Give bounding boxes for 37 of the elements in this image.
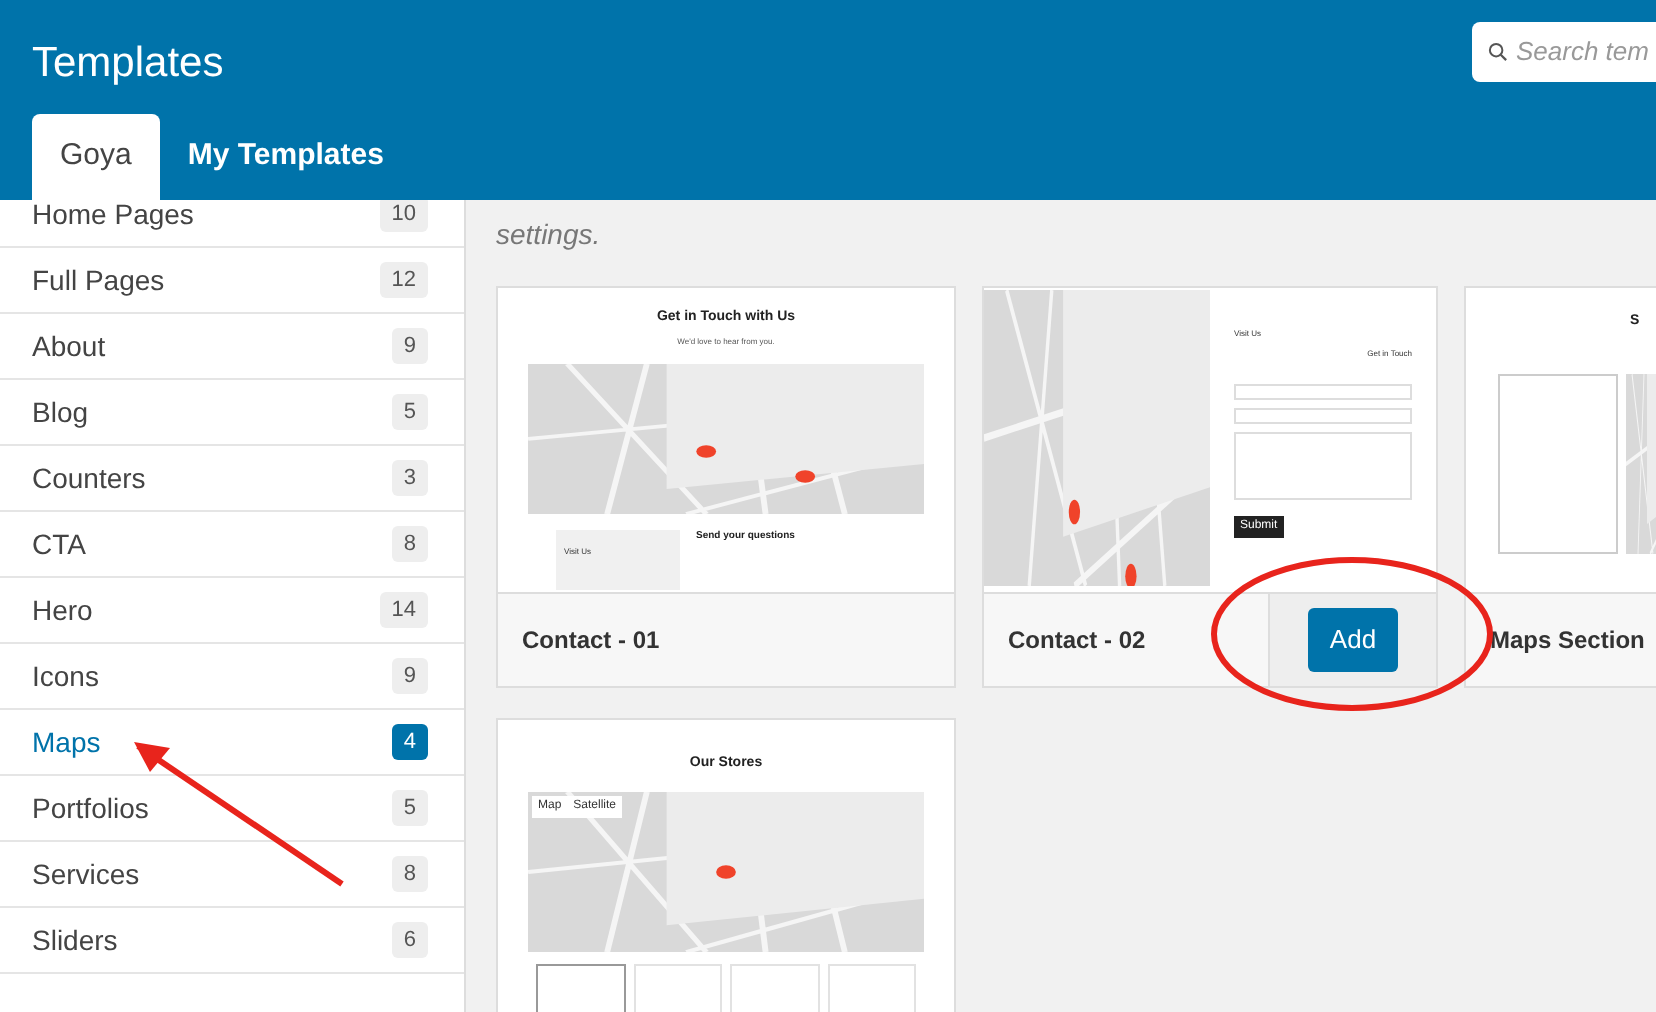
category-item[interactable]: Sliders 6 (0, 908, 464, 974)
add-button[interactable]: Add (1307, 608, 1399, 672)
count-badge: 3 (391, 459, 428, 497)
page-title: Templates (32, 38, 224, 90)
count-badge: 10 (379, 200, 428, 233)
count-badge: 9 (391, 327, 428, 365)
intro-text: settings. (496, 216, 603, 254)
search-field[interactable]: Search tem (1472, 22, 1656, 82)
category-item[interactable]: Counters 3 (0, 446, 464, 512)
category-item[interactable]: Home Pages 10 (0, 200, 464, 248)
count-badge: 12 (379, 261, 428, 299)
count-badge: 5 (391, 789, 428, 827)
category-item[interactable]: Services 8 (0, 842, 464, 908)
template-title: Contact - 02 (1006, 624, 1148, 658)
preview-store-card (730, 963, 819, 1012)
count-badge: 14 (379, 591, 428, 629)
preview-store-card (536, 963, 625, 1012)
category-item[interactable]: Full Pages 12 (0, 248, 464, 314)
count-badge: 5 (391, 393, 428, 431)
count-badge: 6 (391, 921, 428, 959)
category-item[interactable]: CTA 8 (0, 512, 464, 578)
category-item[interactable]: Portfolios 5 (0, 776, 464, 842)
category-item[interactable]: Hero 14 (0, 578, 464, 644)
count-badge: 4 (391, 723, 428, 761)
category-item[interactable]: Blog 5 (0, 380, 464, 446)
preview-store-card (827, 963, 916, 1012)
template-title: Maps Section (1488, 624, 1647, 658)
category-item[interactable]: About 9 (0, 314, 464, 380)
count-badge: 8 (391, 855, 428, 893)
category-item[interactable]: Icons 9 (0, 644, 464, 710)
preview-store-card (633, 963, 722, 1012)
count-badge: 9 (391, 657, 428, 695)
search-input[interactable]: Search tem (1516, 32, 1656, 72)
template-title: Contact - 01 (520, 624, 662, 658)
tab[interactable]: Goya (32, 114, 160, 200)
count-badge: 8 (391, 525, 428, 563)
tab[interactable]: My Templates (159, 114, 412, 200)
